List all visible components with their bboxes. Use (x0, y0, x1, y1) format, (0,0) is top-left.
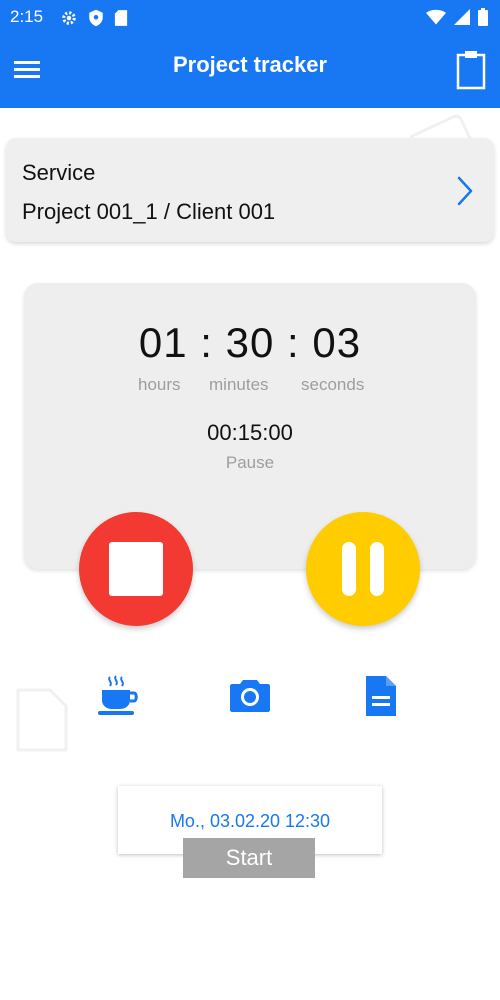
start-datetime: Mo., 03.02.20 12:30 (169, 811, 331, 831)
document-icon[interactable] (358, 674, 402, 718)
shield-icon (89, 9, 103, 27)
settings-icon (62, 11, 76, 25)
hours-label: hours (138, 375, 181, 394)
pause-icon (370, 542, 384, 596)
signal-icon (454, 9, 470, 25)
status-time: 2:15 (10, 7, 44, 26)
page-title: Project tracker (172, 52, 328, 77)
timer-separator: : (287, 319, 300, 366)
service-value: Project 001_1 / Client 001 (22, 199, 276, 224)
stop-button[interactable] (79, 512, 193, 626)
pause-time: 00:15:00 (207, 420, 293, 445)
chevron-right-icon (457, 176, 473, 206)
status-bar: 2:15 (0, 0, 500, 36)
timer-display: 01 : 30 : 03 (24, 319, 476, 367)
stop-icon (109, 542, 163, 596)
timer-card: 01 : 30 : 03 hours minutes seconds 00:15… (24, 283, 476, 569)
camera-icon[interactable] (228, 674, 272, 718)
clipboard-icon[interactable] (456, 50, 486, 90)
service-label: Service (22, 160, 96, 185)
watermark-doc-icon (16, 688, 68, 752)
pause-button[interactable] (306, 512, 420, 626)
timer-seconds: 03 (312, 319, 362, 366)
start-button[interactable]: Start (183, 838, 315, 878)
timer-hours: 01 (138, 319, 188, 366)
pause-label: Pause (225, 453, 275, 472)
battery-icon (478, 8, 488, 26)
timer-separator: : (200, 319, 213, 366)
timer-minutes: 30 (225, 319, 275, 366)
seconds-label: seconds (301, 375, 365, 394)
wifi-icon (426, 9, 446, 25)
app-bar: Project tracker (0, 36, 500, 108)
sd-card-icon (114, 10, 128, 26)
minutes-label: minutes (209, 375, 269, 394)
pause-icon (342, 542, 356, 596)
coffee-icon[interactable] (96, 674, 140, 718)
service-card[interactable]: Service Project 001_1 / Client 001 (6, 138, 494, 242)
